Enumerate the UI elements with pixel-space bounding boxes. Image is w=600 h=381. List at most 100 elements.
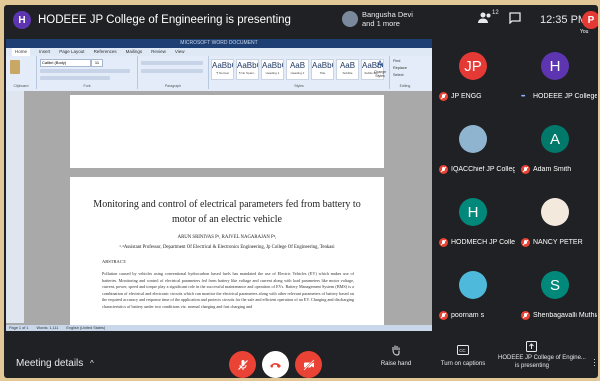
participant-tile[interactable]: poornam s (436, 258, 516, 328)
viewers-more: and 1 more (362, 19, 400, 28)
camera-off-icon (302, 358, 315, 371)
meeting-details-button[interactable]: Meeting details ^ (16, 358, 94, 369)
camera-off-button[interactable] (295, 351, 322, 378)
mic-off-icon (521, 238, 530, 247)
word-title-bar: MICROSOFT WORD DOCUMENT (6, 39, 432, 48)
participant-tile[interactable]: H ••• HODEEE JP College of (518, 39, 598, 109)
font-size-select[interactable]: 11 (91, 59, 103, 67)
style-option[interactable]: AaBbCcDc¶ No Spaci... (236, 59, 259, 80)
participants-count: 12 (492, 10, 499, 16)
mic-off-icon (439, 311, 448, 320)
presenting-status-line1: HODEEE JP College of Engine... (498, 355, 586, 361)
styles-label: Styles (294, 84, 304, 88)
paragraph-label: Paragraph (164, 84, 182, 88)
presenting-title: HODEEE JP College of Engineering is pres… (38, 14, 291, 26)
tab-view[interactable]: View (175, 48, 185, 56)
style-option[interactable]: AaBbCcDc¶ Normal (211, 59, 234, 80)
participant-avatar (459, 271, 487, 299)
font-label: Font (83, 84, 91, 88)
style-option[interactable]: AaBbCcHeading 1 (261, 59, 284, 80)
chat-icon[interactable] (509, 12, 521, 27)
raise-hand-icon[interactable] (388, 344, 404, 359)
style-option[interactable]: AaB Subtitle (336, 59, 359, 80)
mic-off-icon (521, 311, 530, 320)
svg-text:CC: CC (459, 348, 466, 353)
word-status-bar: Page 1 of 1 Words: 1,111 English (United… (6, 325, 432, 331)
find-button[interactable]: Find (393, 59, 400, 63)
font-group: Calibri (Body) 11 Font (37, 56, 138, 89)
select-button[interactable]: Select (393, 73, 404, 77)
tab-page-layout[interactable]: Page Layout (59, 48, 84, 56)
viewers-info[interactable]: Bangusha Devi and 1 more (342, 10, 413, 28)
tab-mailings[interactable]: Mailings (126, 48, 143, 56)
ribbon: Clipboard Calibri (Body) 11 Font Paragra… (6, 56, 432, 92)
captions-icon[interactable]: CC (455, 345, 471, 358)
style-preview: AaBbCc (312, 61, 333, 70)
tab-insert[interactable]: Insert (39, 48, 50, 56)
presenter-avatar: H (13, 11, 31, 29)
font-format-buttons[interactable] (40, 69, 130, 73)
participant-name: NANCY PETER (533, 239, 583, 246)
participant-tile[interactable]: JP JP ENGG (436, 39, 516, 109)
participant-avatar (541, 198, 569, 226)
change-styles-label: Change Styles (373, 70, 387, 78)
participant-tile[interactable]: A Adam Smith (518, 112, 598, 182)
top-bar: H HODEEE JP College of Engineering is pr… (4, 5, 598, 35)
font-color-buttons[interactable] (40, 76, 110, 80)
paper-title-line1: Monitoring and control of electrical par… (93, 199, 361, 210)
hang-up-icon (270, 362, 281, 368)
style-preview: AaB (339, 61, 356, 70)
participant-tile[interactable]: H HODMECH JP College ... (436, 185, 516, 255)
captions-label[interactable]: Turn on captions (434, 361, 492, 367)
font-name-select[interactable]: Calibri (Body) (40, 59, 91, 67)
participant-name: Shenbagavalli Muthia... (533, 312, 597, 319)
clock: 12:35 PM (540, 14, 588, 26)
styles-gallery: AaBbCcDc¶ NormalAaBbCcDc¶ No Spaci...AaB… (209, 56, 389, 80)
participant-tile[interactable]: IQACChief JP College ... (436, 112, 516, 182)
people-icon[interactable] (478, 12, 492, 27)
raise-hand-label[interactable]: Raise hand (374, 361, 418, 367)
participant-tile[interactable]: S Shenbagavalli Muthia... (518, 258, 598, 328)
participant-name: HODMECH JP College ... (451, 239, 515, 246)
paper-affiliation: ¹˒²Assistant Professor, Department Of El… (119, 245, 335, 250)
participant-avatar: A (541, 125, 569, 153)
leave-call-button[interactable] (262, 351, 289, 378)
mic-off-button[interactable] (229, 351, 256, 378)
participant-avatar: JP (459, 52, 487, 80)
status-words: Words: 1,111 (36, 326, 59, 330)
presenting-status[interactable]: HODEEE JP College of Engine... is presen… (498, 354, 586, 370)
paper-authors: ARUN SRINIVAS P¹, RAJVEL NAGARAJAN P², (177, 235, 277, 240)
mic-off-icon (439, 165, 448, 174)
change-styles-button[interactable]: A Change Styles (373, 59, 387, 83)
style-option[interactable]: AaBbCcTitle (311, 59, 334, 80)
self-label: You (580, 29, 589, 35)
list-buttons[interactable] (141, 61, 203, 65)
style-name: ¶ Normal (216, 71, 229, 75)
self-avatar[interactable]: P (582, 11, 598, 29)
style-preview: AaBbCcDc (212, 61, 233, 70)
replace-button[interactable]: Replace (393, 66, 407, 70)
style-name: Heading 1 (265, 71, 280, 75)
more-options-icon[interactable]: · · · (593, 355, 596, 370)
bottom-bar: Meeting details ^ Raise hand CC Turn on … (4, 334, 598, 378)
style-preview: AaBbCc (262, 61, 283, 70)
document-area[interactable]: Monitoring and control of electrical par… (6, 91, 432, 329)
paragraph-group: Paragraph (138, 56, 209, 89)
clipboard-group: Clipboard (6, 56, 37, 89)
paper-title-line2: motor of an electric vehicle (172, 214, 282, 225)
tab-review[interactable]: Review (151, 48, 166, 56)
chevron-up-icon: ^ (90, 359, 94, 368)
document-page[interactable]: Monitoring and control of electrical par… (70, 177, 384, 329)
tab-references[interactable]: References (94, 48, 117, 56)
meet-window: H HODEEE JP College of Engineering is pr… (4, 5, 598, 378)
style-option[interactable]: AaB Heading 2 (286, 59, 309, 80)
participant-tiles: JP JP ENGG H ••• HODEEE JP College of IQACChi… (436, 39, 598, 331)
align-buttons[interactable] (141, 69, 203, 73)
mic-off-icon (439, 92, 448, 101)
participant-tile[interactable]: NANCY PETER (518, 185, 598, 255)
document-page-previous (70, 95, 384, 168)
present-now-icon[interactable] (523, 341, 539, 355)
tab-home[interactable]: Home (12, 48, 31, 56)
paste-icon[interactable] (10, 60, 20, 74)
participant-avatar: H (541, 52, 569, 80)
